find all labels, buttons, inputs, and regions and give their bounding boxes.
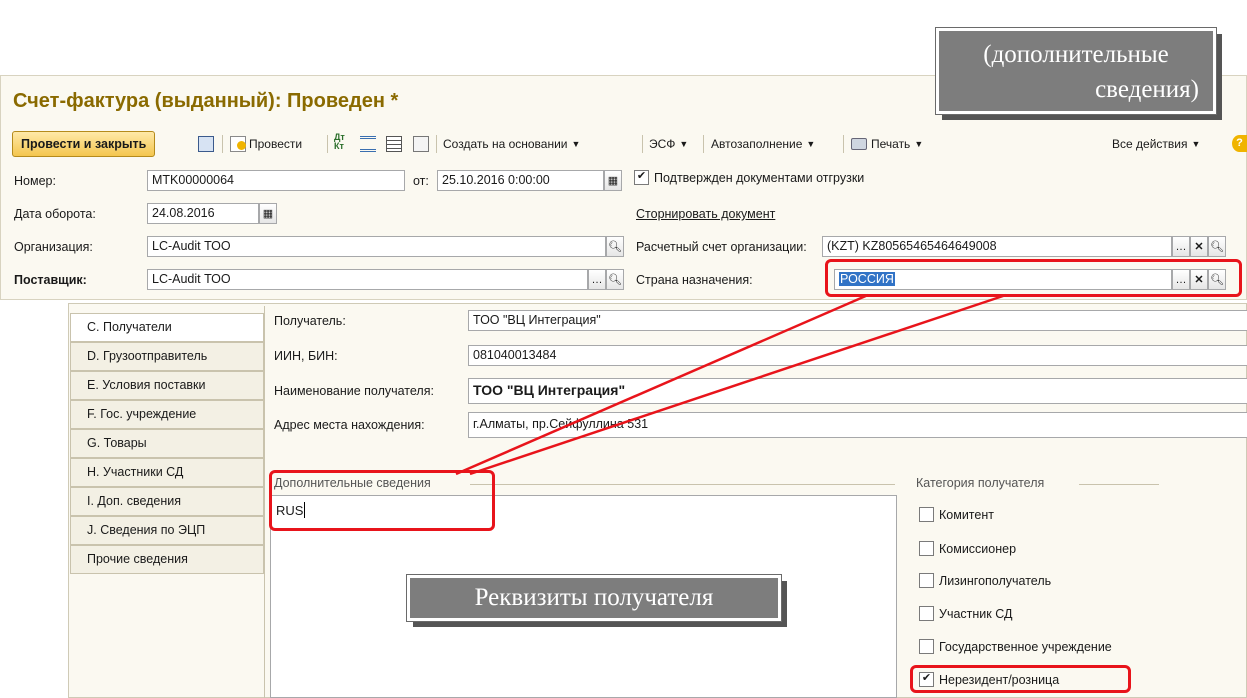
recipient-details-callout: Реквизиты получателя bbox=[406, 574, 782, 622]
additional-info-callout: (дополнительные сведения) bbox=[935, 27, 1217, 115]
connector-line bbox=[469, 293, 1007, 476]
callout-line: (дополнительные bbox=[983, 41, 1169, 68]
callout-line: сведения) bbox=[1095, 76, 1199, 103]
connector-line bbox=[455, 293, 869, 476]
